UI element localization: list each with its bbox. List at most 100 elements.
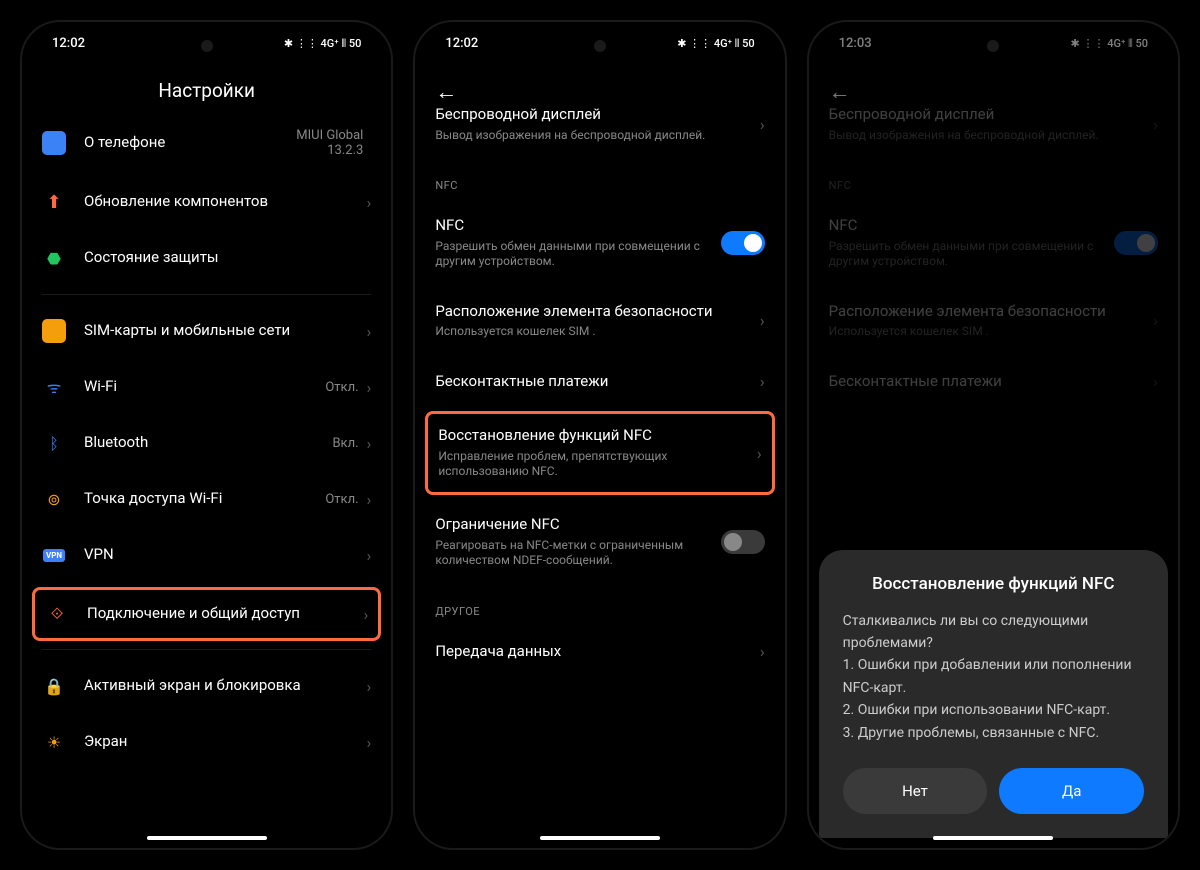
row-title: Экран [84,732,367,752]
nfc-repair-dialog: Восстановление функций NFC Сталкивались … [819,550,1168,838]
row-nfc-toggle[interactable]: NFC Разрешить обмен данными при совмещен… [435,200,764,286]
row-subtitle: Используется кошелек SIM . [435,324,760,340]
row-bluetooth[interactable]: ᛒ Bluetooth Вкл. › [42,415,371,471]
row-title: Беспроводной дисплей [435,105,760,125]
status-time: 12:02 [445,36,478,51]
page-title: Настройки [22,59,391,112]
dialog-point-1: 1. Ошибки при добавлении или пополнении … [843,654,1144,699]
chevron-right-icon: › [367,322,372,341]
no-button[interactable]: Нет [843,768,988,814]
section-label-nfc: NFC [435,159,764,200]
chevron-right-icon: › [757,444,762,463]
row-title: SIM-карты и мобильные сети [84,321,367,341]
row-subtitle: Разрешить обмен данными при совмещении с… [435,239,720,270]
row-title: Bluetooth [84,433,332,453]
row-title: Расположение элемента безопасности [435,302,760,322]
row-connection-sharing[interactable]: ⟐ Подключение и общий доступ › [32,587,381,641]
dialog-point-3: 3. Другие проблемы, связанные с NFC. [843,722,1144,744]
row-vpn[interactable]: VPN VPN › [42,527,371,583]
row-display[interactable]: ☀ Экран › [42,714,371,770]
row-value: MIUI Global 13.2.3 [296,128,363,158]
chevron-right-icon: › [760,642,765,661]
camera-notch [201,40,213,52]
row-title: Точка доступа Wi-Fi [84,489,325,509]
row-sim-cards[interactable]: SIM-карты и мобильные сети › [42,303,371,359]
camera-notch [987,40,999,52]
row-wifi[interactable]: ᯤ Wi-Fi Откл. › [42,359,371,415]
divider [42,294,371,295]
yes-button[interactable]: Да [999,768,1144,814]
chevron-right-icon: › [760,115,765,134]
row-title: Активный экран и блокировка [84,676,367,696]
connect-icon: ⟐ [45,602,69,626]
nfc-toggle[interactable] [721,231,765,255]
shield-icon: ⬣ [42,246,66,270]
chevron-right-icon: › [367,434,372,453]
row-secure-element[interactable]: Расположение элемента безопасности Испол… [435,286,764,356]
lock-icon: 🔒 [42,674,66,698]
row-security-status[interactable]: ⬣ Состояние защиты [42,230,371,286]
chevron-right-icon: › [367,490,372,509]
row-title: Передача данных [435,642,760,662]
row-about-phone[interactable]: О телефоне MIUI Global 13.2.3 [42,112,371,174]
row-system-update[interactable]: ⬆ Обновление компонентов › [42,174,371,230]
chevron-right-icon: › [367,378,372,397]
display-icon: ☀ [42,730,66,754]
hotspot-icon: ⊚ [42,487,66,511]
status-icons: ✱ ⋮⋮ 4G⁺ ⫴ 50 [677,37,754,51]
row-title: Ограничение NFC [435,515,720,535]
phone-icon [42,131,66,155]
chevron-right-icon: › [364,605,369,624]
update-icon: ⬆ [42,190,66,214]
row-title: Бесконтактные платежи [435,372,760,392]
phone-screen-1: 12:02 ✱ ⋮⋮ 4G⁺ ⫴ 50 Настройки О телефоне… [20,20,393,850]
chevron-right-icon: › [367,193,372,212]
row-title: Обновление компонентов [84,192,367,212]
dialog-point-2: 2. Ошибки при использовании NFC-карт. [843,699,1144,721]
phone-screen-2: 12:02 ✱ ⋮⋮ 4G⁺ ⫴ 50 ← Беспроводной диспл… [413,20,786,850]
home-indicator[interactable] [933,836,1053,840]
row-value: Откл. [325,380,358,395]
row-nfc-repair[interactable]: Восстановление функций NFC Исправление п… [425,411,774,495]
chevron-right-icon: › [367,546,372,565]
row-nfc-limit[interactable]: Ограничение NFC Реагировать на NFC-метки… [435,499,764,585]
dialog-body: Сталкивались ли вы со следующими проблем… [843,610,1144,744]
row-title: Подключение и общий доступ [87,604,364,624]
chevron-right-icon: › [367,677,372,696]
row-subtitle: Исправление проблем, препятствующих испо… [438,449,757,480]
row-hotspot[interactable]: ⊚ Точка доступа Wi-Fi Откл. › [42,471,371,527]
home-indicator[interactable] [540,836,660,840]
row-lock-screen[interactable]: 🔒 Активный экран и блокировка › [42,658,371,714]
dialog-title: Восстановление функций NFC [843,574,1144,594]
row-title: О телефоне [84,133,296,153]
dialog-buttons: Нет Да [843,768,1144,814]
row-value: Вкл. [332,436,358,451]
row-value: Откл. [325,492,358,507]
row-wireless-display[interactable]: Беспроводной дисплей Вывод изображения н… [435,89,764,159]
nfc-limit-toggle[interactable] [721,530,765,554]
home-indicator[interactable] [147,836,267,840]
row-title: NFC [435,216,720,236]
bluetooth-icon: ᛒ [42,431,66,455]
row-title: VPN [84,545,367,565]
section-label-other: ДРУГОЕ [435,585,764,626]
row-title: Восстановление функций NFC [438,426,757,446]
wifi-icon: ᯤ [42,375,66,399]
dialog-overlay[interactable]: Восстановление функций NFC Сталкивались … [809,22,1178,848]
row-data-transfer[interactable]: Передача данных › [435,626,764,678]
row-title: Состояние защиты [84,248,371,268]
chevron-right-icon: › [760,372,765,391]
dialog-question: Сталкивались ли вы со следующими проблем… [843,610,1144,655]
chevron-right-icon: › [367,733,372,752]
status-time: 12:02 [52,36,85,51]
vpn-icon: VPN [42,543,66,567]
settings-list[interactable]: Беспроводной дисплей Вывод изображения н… [415,89,784,815]
sim-icon [42,319,66,343]
row-subtitle: Вывод изображения на беспроводной диспле… [435,128,760,144]
row-subtitle: Реагировать на NFC-метки с ограниченным … [435,538,720,569]
status-icons: ✱ ⋮⋮ 4G⁺ ⫴ 50 [284,37,361,51]
chevron-right-icon: › [760,311,765,330]
settings-list[interactable]: О телефоне MIUI Global 13.2.3 ⬆ Обновлен… [22,112,391,838]
row-contactless-payments[interactable]: Бесконтактные платежи › [435,356,764,408]
phone-screen-3: 12:03 ✱ ⋮⋮ 4G⁺ ⫴ 50 ← Беспроводной диспл… [807,20,1180,850]
